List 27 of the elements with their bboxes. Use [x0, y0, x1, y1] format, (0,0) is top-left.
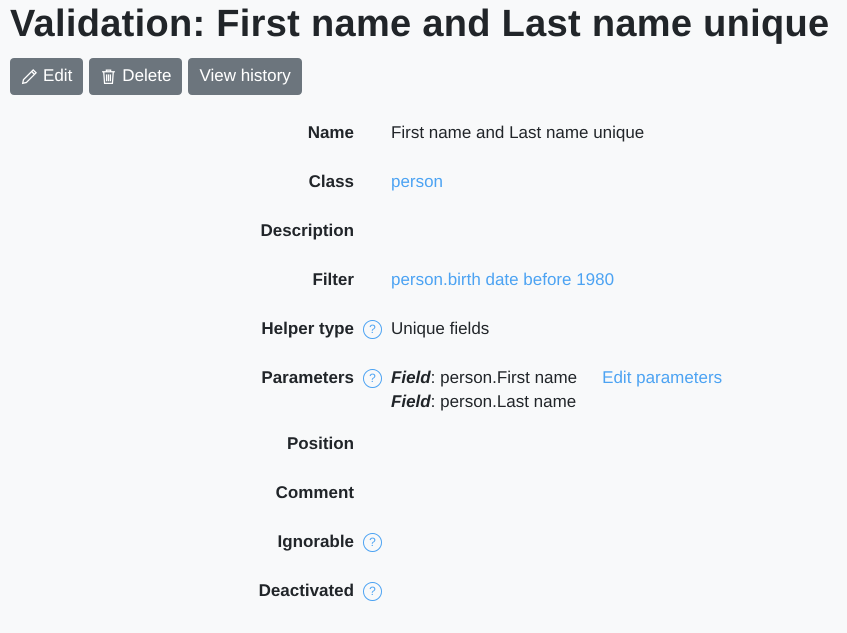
field-value: Unique fields	[391, 318, 490, 340]
help-icon[interactable]: ?	[363, 532, 382, 552]
field-label: Comment	[276, 482, 354, 504]
field-label: Name	[308, 122, 354, 144]
action-button[interactable]: Edit	[10, 58, 84, 95]
action-button[interactable]: Delete	[89, 58, 182, 95]
edit-parameters-link[interactable]: Edit parameters	[602, 366, 722, 390]
field-label: Parameters	[261, 366, 354, 389]
field-label: Filter	[312, 268, 354, 291]
action-button[interactable]: View history	[188, 58, 302, 95]
field-label: Position	[286, 432, 354, 455]
trash-icon	[100, 68, 118, 85]
parameter-text: Field: person.First name	[391, 366, 578, 389]
field-label: Helper type	[261, 318, 354, 340]
help-icon[interactable]: ?	[363, 582, 382, 601]
value-link[interactable]: person	[391, 170, 837, 194]
help-icon[interactable]: ?	[363, 320, 382, 339]
pencil-icon	[21, 68, 38, 85]
field-label: Class	[308, 170, 354, 193]
field-label: Ignorable	[277, 530, 354, 553]
page-title: Validation: First name and Last name unique	[10, 2, 830, 47]
help-icon[interactable]: ?	[363, 368, 382, 388]
field-value: First name and Last name unique	[391, 122, 646, 144]
field-label: Deactivated	[258, 580, 354, 602]
field-label: Description	[260, 220, 354, 242]
value-link[interactable]: person.birth date before 1980	[391, 268, 837, 292]
parameter-text: Field: person.Last name	[391, 390, 578, 413]
